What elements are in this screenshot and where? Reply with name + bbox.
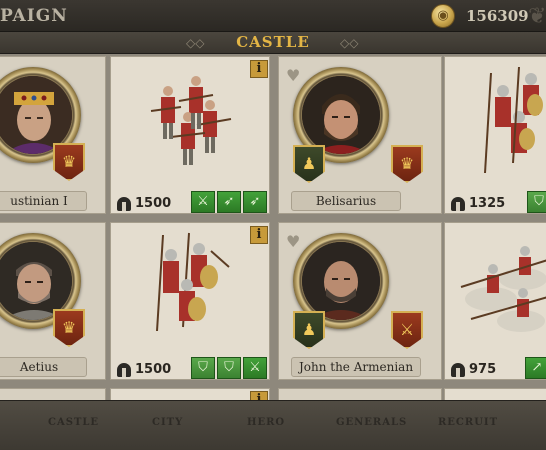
section-title: CASTLE [236, 33, 310, 51]
helmet-icon [117, 363, 131, 377]
helmet-icon [451, 197, 465, 211]
helmet-icon [451, 363, 465, 377]
crown-badge: ♛ [53, 309, 85, 347]
helmet-icon [117, 197, 131, 211]
unit-strength: 1500 [135, 362, 172, 377]
unit-card[interactable]: 1325 ⛉ [444, 56, 546, 214]
unit-strength: 975 [469, 362, 497, 377]
tab-castle[interactable]: CASTLE [48, 417, 99, 428]
shield-icon[interactable]: ⛉ [217, 357, 241, 379]
crown-icon: ♛ [61, 152, 77, 171]
unit-strength: 1500 [135, 196, 172, 211]
crossbowmen-unit-art [150, 76, 232, 165]
unit-card[interactable]: 975 ↗ [444, 222, 546, 380]
general-card[interactable]: ♛ ustinian I [0, 56, 106, 214]
general-card[interactable]: ♥ ♟ ♛ Belisarius [278, 56, 442, 214]
general-portrait [302, 242, 380, 320]
general-card[interactable]: ♥ ♟ ⚔ John the Armenian [278, 222, 442, 380]
general-portrait [0, 242, 72, 320]
info-button[interactable]: i [250, 226, 268, 244]
general-grid: ♛ ustinian I i 1500 ⚔ ➶ ➶ ♥ ♟ ♛ Belisari… [0, 54, 546, 409]
chess-pawn-icon: ♟ [301, 154, 317, 173]
sword-badge: ⚔ [391, 311, 423, 349]
favorite-heart-icon[interactable]: ♥ [286, 66, 300, 85]
tab-city[interactable]: CITY [152, 417, 183, 428]
general-name: Aetius [0, 357, 87, 377]
crown-badge: ♛ [53, 143, 85, 181]
campaign-title: PAIGN [0, 6, 68, 26]
coin-icon: ◉ [431, 4, 455, 28]
crown-icon: ♛ [61, 318, 77, 337]
general-portrait [302, 76, 380, 154]
crossed-swords-icon[interactable]: ⚔ [191, 191, 215, 213]
unit-card[interactable]: i 1500 ⛉ ⛉ ⚔ [110, 222, 270, 380]
section-header: ◇◇ CASTLE ◇◇ [0, 32, 546, 54]
laurel-icon[interactable]: ❦ [528, 4, 546, 29]
crown-icon: ♛ [399, 154, 415, 173]
unit-card[interactable]: i 1500 ⚔ ➶ ➶ [110, 56, 270, 214]
top-bar: PAIGN ◉ 156309 ❦ [0, 0, 546, 32]
crown-badge: ♛ [391, 145, 423, 183]
tab-hero[interactable]: HERO [247, 417, 285, 428]
shield-icon[interactable]: ⛉ [191, 357, 215, 379]
tab-generals[interactable]: GENERALS [336, 417, 407, 428]
favorite-heart-icon[interactable]: ♥ [286, 232, 300, 251]
general-name: Belisarius [291, 191, 401, 211]
gold-amount: 156309 [466, 7, 529, 25]
general-card[interactable]: ♛ Aetius [0, 222, 106, 380]
general-name: ustinian I [0, 191, 87, 211]
general-portrait [0, 76, 72, 154]
general-type-badge: ♟ [293, 145, 325, 183]
shield-icon[interactable]: ⛉ [527, 191, 546, 213]
tab-recruit[interactable]: RECRUIT [438, 417, 498, 428]
cavalry-unit-art [460, 246, 546, 332]
info-button[interactable]: i [250, 60, 268, 78]
general-name: John the Armenian [291, 357, 421, 377]
general-type-badge: ♟ [293, 311, 325, 349]
bottom-navigation: CASTLE CITY HERO GENERALS RECRUIT [0, 400, 546, 450]
spearmen-unit-art [156, 232, 230, 332]
lance-icon[interactable]: ↗ [525, 357, 546, 379]
bow-icon[interactable]: ➶ [243, 191, 267, 213]
crossed-swords-icon[interactable]: ⚔ [243, 357, 267, 379]
unit-strength: 1325 [469, 196, 506, 211]
infantry-unit-art [484, 66, 543, 174]
crossed-swords-icon: ⚔ [399, 320, 415, 339]
bow-icon[interactable]: ➶ [217, 191, 241, 213]
diamond-ornament-icon: ◇◇ [340, 36, 359, 50]
chess-pawn-icon: ♟ [301, 320, 317, 339]
